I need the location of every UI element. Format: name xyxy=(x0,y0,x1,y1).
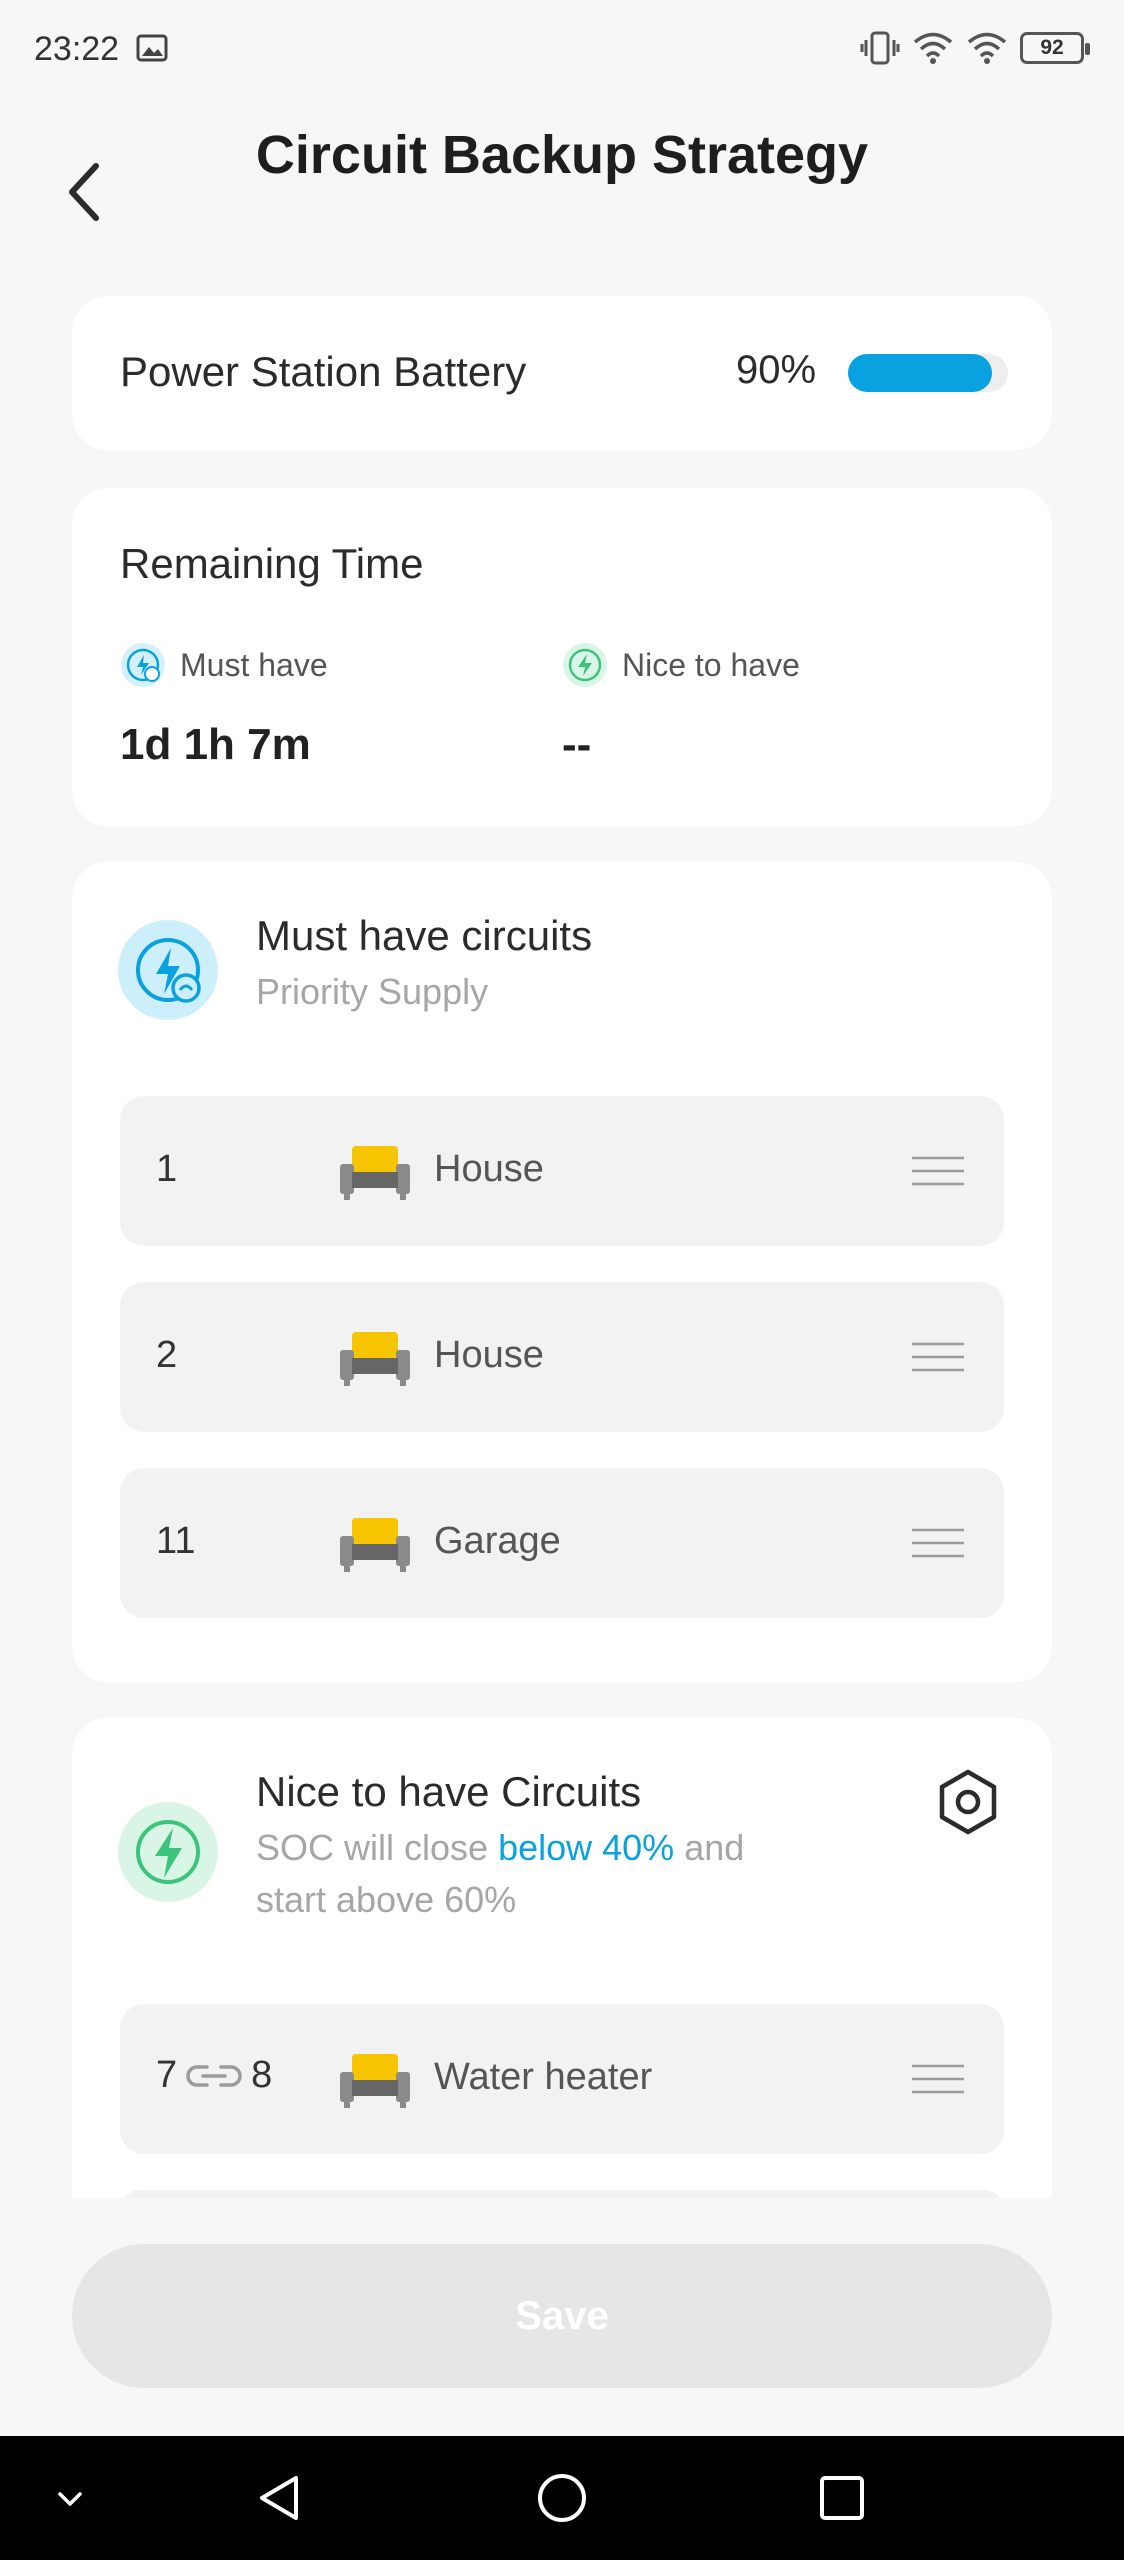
sofa-icon xyxy=(340,1332,410,1386)
image-icon xyxy=(136,34,168,62)
app-screen: 23:22 92 Circuit Backup Strategy Power S… xyxy=(0,0,1124,2560)
soc-threshold-highlight: below 40% xyxy=(498,1827,675,1868)
battery-level: 92 xyxy=(1040,36,1064,59)
battery-card: Power Station Battery 90% xyxy=(72,296,1052,450)
status-icons: 92 xyxy=(860,30,1090,66)
vibrate-icon xyxy=(860,31,900,65)
sofa-icon xyxy=(340,2054,410,2108)
page-title: Circuit Backup Strategy xyxy=(255,125,869,185)
circuit-row[interactable]: 11 Garage xyxy=(120,1468,1004,1618)
back-triangle-icon[interactable] xyxy=(240,2458,320,2538)
wifi-icon xyxy=(913,32,953,64)
must-have-title: Must have circuits xyxy=(256,912,593,959)
drag-handle-icon[interactable] xyxy=(910,2062,966,2096)
nice-to-have-time-label: Nice to have xyxy=(562,642,800,688)
remaining-time-card: Remaining Time Must have 1d 1h 7m Nice t… xyxy=(72,488,1052,826)
drag-handle-icon[interactable] xyxy=(910,1526,966,1560)
remaining-time-title: Remaining Time xyxy=(120,540,424,587)
home-circle-icon[interactable] xyxy=(522,2458,602,2538)
circuit-row[interactable]: 1 House xyxy=(120,1096,1004,1246)
must-have-time-label: Must have xyxy=(120,642,328,688)
status-time: 23:22 xyxy=(34,30,120,68)
battery-progress-bar xyxy=(848,354,1008,392)
circuit-row[interactable]: 7 8 Water heater xyxy=(120,2004,1004,2154)
circuit-row[interactable]: 2 House xyxy=(120,1282,1004,1432)
circuit-number: 1 xyxy=(156,1148,178,1190)
must-have-subtitle: Priority Supply xyxy=(256,971,489,1012)
back-button[interactable] xyxy=(56,152,116,232)
nice-to-have-subtitle: SOC will close below 40% and start above… xyxy=(256,1827,745,1920)
battery-percent: 90% xyxy=(736,348,817,392)
nice-to-have-circuits-card: Nice to have Circuits SOC will close bel… xyxy=(72,1718,1052,2210)
bolt-icon xyxy=(563,643,607,687)
battery-label: Power Station Battery xyxy=(120,348,527,395)
bolt-clock-icon xyxy=(118,920,218,1020)
circuit-label: House xyxy=(434,1148,544,1190)
hexagon-settings-icon[interactable] xyxy=(936,1768,1000,1836)
circuit-label: Water heater xyxy=(434,2056,653,2098)
save-button[interactable]: Save xyxy=(72,2244,1052,2388)
circuit-label: Garage xyxy=(434,1520,561,1562)
must-have-time-value: 1d 1h 7m xyxy=(120,720,311,769)
recents-square-icon[interactable] xyxy=(802,2458,882,2538)
drag-handle-icon[interactable] xyxy=(910,1340,966,1374)
nice-to-have-time-value: -- xyxy=(562,720,592,769)
drag-handle-icon[interactable] xyxy=(910,1154,966,1188)
must-have-circuits-card: Must have circuits Priority Supply 1 Hou… xyxy=(72,862,1052,1682)
circuit-label: House xyxy=(434,1334,544,1376)
bolt-icon xyxy=(118,1802,218,1902)
circuit-number: 2 xyxy=(156,1334,178,1376)
system-nav-bar xyxy=(0,2436,1124,2560)
bolt-clock-icon xyxy=(121,643,165,687)
status-bar: 23:22 92 xyxy=(0,0,1124,104)
nice-to-have-title: Nice to have Circuits xyxy=(256,1768,642,1815)
wifi-icon xyxy=(967,32,1007,64)
chevron-down-icon[interactable] xyxy=(30,2458,110,2538)
link-icon xyxy=(186,2064,242,2087)
battery-progress-fill xyxy=(848,354,992,392)
sofa-icon xyxy=(340,1146,410,1200)
circuit-number: 11 xyxy=(156,1520,196,1562)
sofa-icon xyxy=(340,1518,410,1572)
linked-circuit-numbers: 7 8 xyxy=(156,2054,273,2096)
save-bar: Save xyxy=(0,2198,1124,2436)
battery-icon: 92 xyxy=(1020,32,1090,64)
